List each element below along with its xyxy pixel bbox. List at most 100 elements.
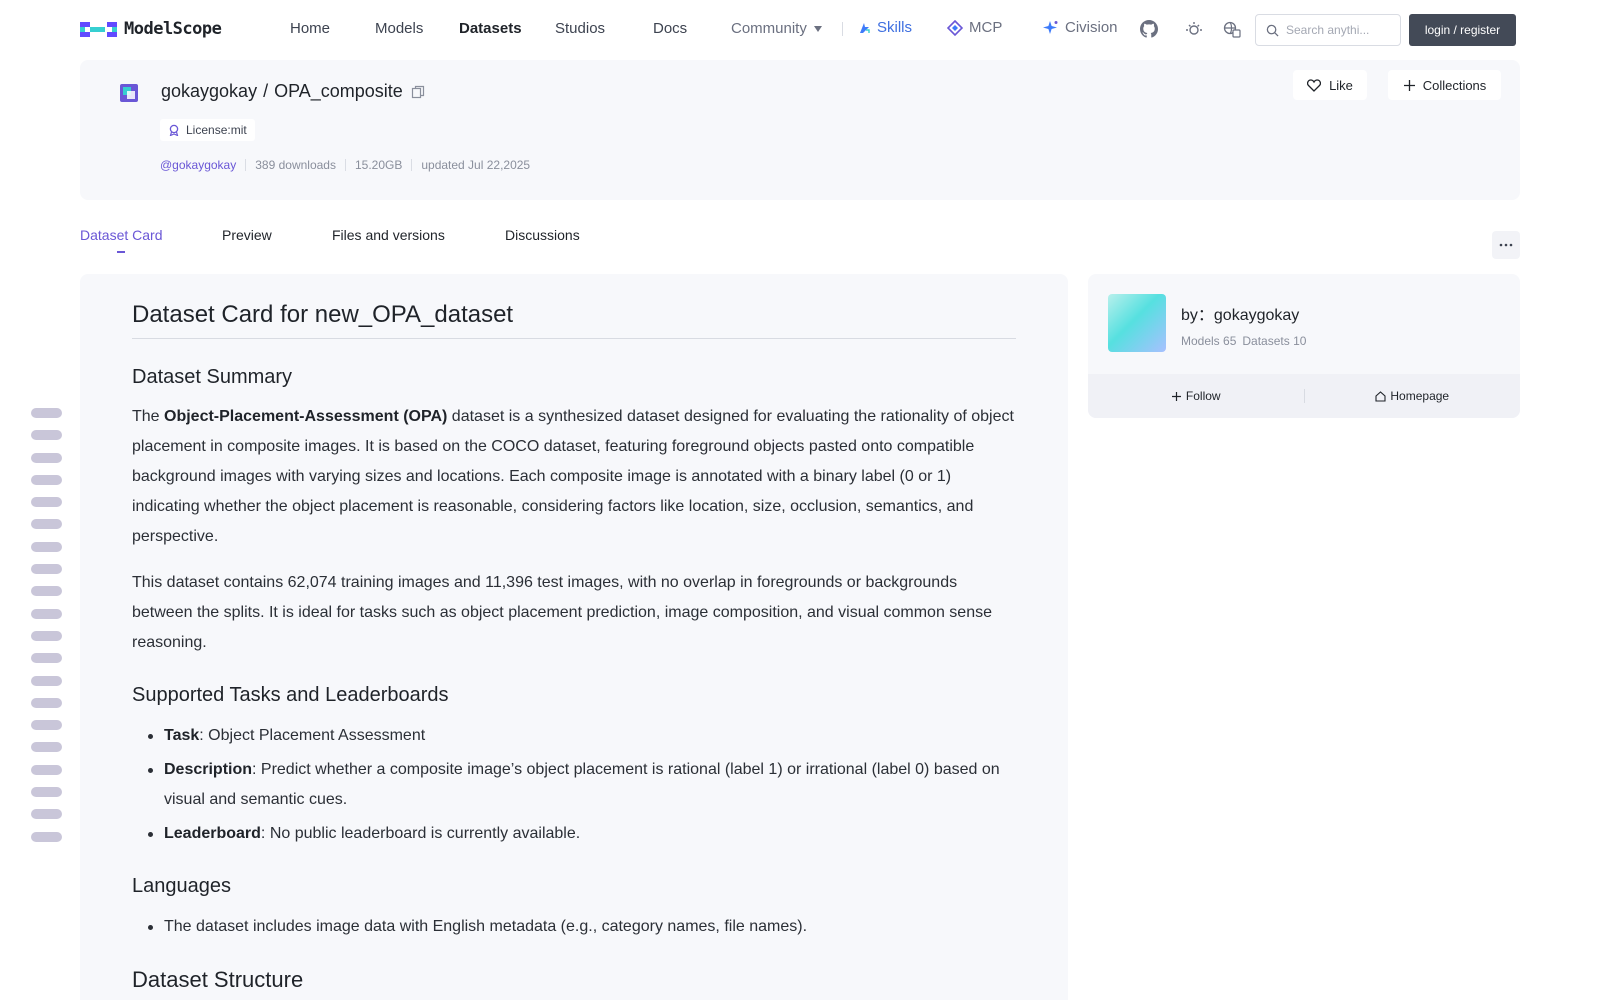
search-input[interactable] — [1286, 23, 1386, 37]
toc-item[interactable] — [31, 831, 62, 842]
heart-icon — [1307, 78, 1322, 92]
download-count: 389 downloads — [255, 158, 336, 172]
readme-panel: Dataset Card for new_OPA_dataset Dataset… — [80, 274, 1068, 1000]
homepage-button[interactable]: Homepage — [1305, 389, 1521, 403]
list-item: Task: Object Placement Assessment — [132, 721, 1016, 751]
section-heading-tasks: Supported Tasks and Leaderboards — [132, 684, 449, 706]
author-card: by：gokaygokay Models 65 Datasets 10 Follo… — [1088, 274, 1520, 418]
toc-item[interactable] — [31, 564, 62, 575]
nav-divider — [842, 22, 843, 36]
tab-files-and-versions[interactable]: Files and versions — [332, 227, 445, 243]
toc-item[interactable] — [31, 474, 62, 485]
like-label: Like — [1329, 77, 1353, 93]
toc-item[interactable] — [31, 630, 62, 641]
nav-home[interactable]: Home — [290, 20, 330, 38]
task-value: : No public leaderboard is currently ava… — [260, 825, 581, 842]
login-register-button[interactable]: login / register — [1409, 14, 1516, 46]
summary-p1-bold: Object-Placement-Assessment (OPA) — [164, 408, 448, 425]
owner-handle-link[interactable]: @gokaygokay — [160, 158, 236, 172]
nav-datasets[interactable]: Datasets — [459, 20, 522, 38]
task-value: : Object Placement Assessment — [199, 727, 426, 744]
task-key: Leaderboard — [164, 825, 261, 842]
toc-item[interactable] — [31, 586, 62, 597]
author-stats: Models 65 Datasets 10 — [1181, 334, 1306, 348]
author-models-count[interactable]: Models 65 — [1181, 334, 1236, 348]
tab-dataset-card[interactable]: Dataset Card — [80, 227, 162, 243]
nav-skills[interactable]: Skills — [857, 19, 912, 36]
logo-text: ModelScope — [124, 19, 222, 39]
toc-item[interactable] — [31, 764, 62, 775]
list-item: The dataset includes image data with Eng… — [132, 912, 1016, 942]
dataset-avatar-icon — [120, 84, 138, 102]
summary-p1-pre: The — [132, 408, 165, 425]
section-heading-languages: Languages — [132, 875, 231, 897]
languages-list: The dataset includes image data with Eng… — [132, 912, 1016, 942]
homepage-label: Homepage — [1390, 389, 1450, 403]
toc-item[interactable] — [31, 541, 62, 552]
tab-discussions[interactable]: Discussions — [505, 227, 580, 243]
license-label: License:mit — [186, 123, 247, 137]
modelscope-logo[interactable]: ModelScope — [80, 18, 222, 40]
chevron-down-icon — [813, 26, 822, 33]
github-icon[interactable] — [1139, 19, 1159, 39]
readme-content: Dataset Card for new_OPA_dataset Dataset… — [132, 274, 1016, 992]
nav-civision-label: Civision — [1065, 19, 1118, 36]
toc-item[interactable] — [31, 608, 62, 619]
nav-models[interactable]: Models — [375, 20, 423, 38]
section-heading-summary: Dataset Summary — [132, 366, 293, 388]
nav-community[interactable]: Community — [731, 20, 822, 38]
toc-item[interactable] — [31, 497, 62, 508]
summary-paragraph-2: This dataset contains 62,074 training im… — [132, 574, 992, 651]
tab-preview[interactable]: Preview — [222, 227, 272, 243]
task-key: Task — [164, 727, 200, 744]
toc-item[interactable] — [31, 787, 62, 798]
license-tag[interactable]: License:mit — [160, 119, 255, 141]
toc-item[interactable] — [31, 697, 62, 708]
ellipsis-icon — [1499, 243, 1513, 247]
author-name[interactable]: by：gokaygokay — [1181, 301, 1299, 325]
title-slash: / — [263, 81, 269, 101]
home-icon — [1375, 390, 1386, 402]
toc-item[interactable] — [31, 742, 62, 753]
theme-toggle-icon[interactable] — [1184, 19, 1204, 39]
copy-icon[interactable] — [411, 85, 425, 99]
toc-item[interactable] — [31, 408, 62, 418]
meta-divider — [245, 159, 247, 171]
like-button[interactable]: Like — [1293, 70, 1367, 100]
active-tab-indicator — [117, 251, 125, 253]
language-icon[interactable] — [1222, 19, 1242, 39]
collections-label: Collections — [1422, 77, 1487, 93]
section-heading-structure: Dataset Structure — [132, 967, 304, 992]
toc-item[interactable] — [31, 430, 62, 441]
dataset-owner-link[interactable]: gokaygokay — [161, 81, 257, 102]
dataset-title: gokaygokay / OPA_composite — [161, 81, 425, 102]
readme-title: Dataset Card for new_OPA_dataset — [132, 300, 1016, 339]
skills-icon — [860, 22, 870, 33]
search-box[interactable] — [1255, 14, 1401, 46]
collections-button[interactable]: Collections — [1388, 70, 1501, 100]
top-navigation: ModelScope Home Models Datasets Studios … — [0, 0, 1600, 58]
nav-mcp-label: MCP — [969, 19, 1003, 36]
nav-docs[interactable]: Docs — [653, 20, 687, 38]
plus-icon — [1403, 79, 1415, 91]
tasks-list: Task: Object Placement Assessment Descri… — [132, 721, 1016, 849]
nav-civision[interactable]: Civision — [1043, 19, 1118, 36]
toc-item[interactable] — [31, 720, 62, 731]
updated-date: updated Jul 22,2025 — [421, 158, 531, 172]
avatar[interactable] — [1108, 294, 1166, 352]
nav-studios[interactable]: Studios — [555, 20, 605, 38]
task-key: Description — [164, 761, 253, 778]
nav-mcp[interactable]: MCP — [947, 19, 1002, 36]
logo-mark-icon — [80, 22, 117, 37]
dataset-name: OPA_composite — [274, 81, 403, 101]
toc-item[interactable] — [31, 519, 62, 530]
toc-item[interactable] — [31, 675, 62, 686]
author-datasets-count[interactable]: Datasets 10 — [1242, 334, 1306, 348]
mcp-icon — [947, 19, 963, 36]
more-options-button[interactable] — [1492, 231, 1520, 259]
plus-icon — [1171, 391, 1181, 401]
toc-item[interactable] — [31, 452, 62, 463]
toc-item[interactable] — [31, 653, 62, 664]
follow-button[interactable]: Follow — [1088, 389, 1304, 403]
toc-item[interactable] — [31, 809, 62, 820]
